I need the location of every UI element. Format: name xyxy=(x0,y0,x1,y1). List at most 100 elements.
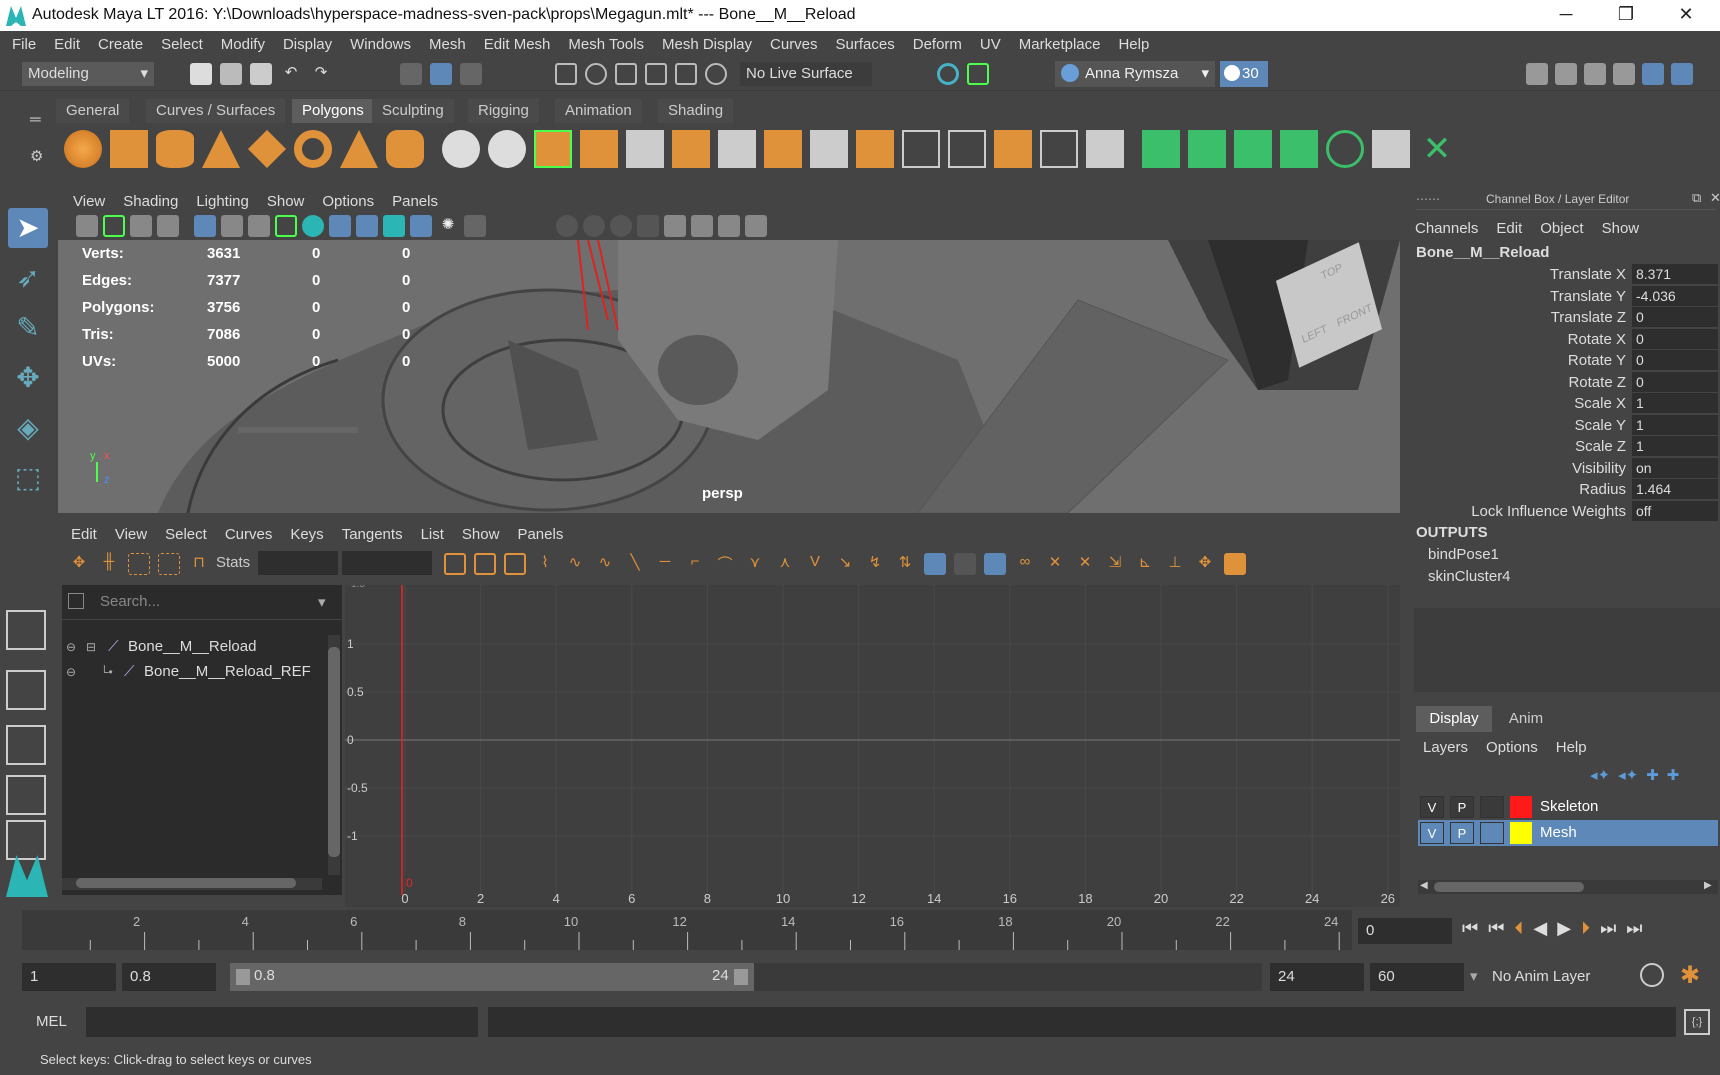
output-node-skincluster[interactable]: skinCluster4 xyxy=(1428,568,1511,585)
layer-display-type[interactable] xyxy=(1480,796,1504,818)
ge-menu-select[interactable]: Select xyxy=(156,521,216,548)
script-editor-icon[interactable]: {;} xyxy=(1684,1009,1710,1035)
persp-graph-layout-icon[interactable] xyxy=(6,775,46,815)
current-frame-field[interactable]: 0 xyxy=(1358,918,1452,944)
resolution-gate-icon[interactable] xyxy=(248,215,270,237)
menu-marketplace[interactable]: Marketplace xyxy=(1010,31,1110,58)
modeling-toolkit-icon[interactable] xyxy=(1526,63,1548,85)
scale-tool-icon[interactable]: ⬚ xyxy=(8,458,48,498)
shelf-tab-general[interactable]: General xyxy=(56,99,130,123)
hypershade-layout-icon[interactable] xyxy=(6,820,46,860)
linear-tangent-icon[interactable]: ╲ xyxy=(624,553,646,575)
select-hierarchy-icon[interactable] xyxy=(400,63,422,85)
filter-icon[interactable] xyxy=(68,593,84,609)
outliner-item[interactable]: ⊖ ⊟ ⟋ Bone__M__Reload xyxy=(66,635,326,659)
attribute-label[interactable]: Scale X xyxy=(1442,395,1626,412)
layer-playback-toggle[interactable]: P xyxy=(1450,796,1474,818)
ge-menu-list[interactable]: List xyxy=(412,521,453,548)
shelf-tab-polygons[interactable]: Polygons xyxy=(292,99,374,123)
layer-playback-toggle[interactable]: P xyxy=(1450,822,1474,844)
frame-playback-icon[interactable] xyxy=(474,553,496,575)
layer-visibility-toggle[interactable]: V xyxy=(1420,822,1444,844)
attribute-row[interactable]: Translate Z 0 xyxy=(1406,307,1720,328)
playback-start-field[interactable]: 0.8 xyxy=(122,963,216,991)
channel-box-icon[interactable] xyxy=(1642,63,1664,85)
anti-alias-icon[interactable] xyxy=(610,215,632,237)
cb-menu-channels[interactable]: Channels xyxy=(1406,215,1487,242)
range-start-grip[interactable] xyxy=(236,969,250,985)
vp-menu-show[interactable]: Show xyxy=(258,188,314,215)
layer-tab-anim[interactable]: Anim xyxy=(1496,706,1556,732)
menu-create[interactable]: Create xyxy=(89,31,152,58)
auto-key-icon[interactable]: ✱ xyxy=(1680,961,1700,990)
chevron-down-icon[interactable]: ▾ xyxy=(1470,967,1478,985)
scene-start-field[interactable]: 1 xyxy=(22,963,116,991)
attribute-row[interactable]: Scale Y 1 xyxy=(1406,414,1720,436)
vp-menu-options[interactable]: Options xyxy=(313,188,383,215)
ge-menu-keys[interactable]: Keys xyxy=(281,521,332,548)
ge-menu-tangents[interactable]: Tangents xyxy=(333,521,412,548)
isolate-icon[interactable] xyxy=(937,63,959,85)
step-back-key-icon[interactable]: ⏮ xyxy=(1488,918,1504,939)
shelf-settings-icon[interactable]: ⚙ xyxy=(30,147,43,165)
graph-editor-canvas[interactable]: 0246810121416182022242610.50-0.5-11.50 xyxy=(345,585,1400,907)
attribute-row[interactable]: Scale Z 1 xyxy=(1406,436,1720,457)
ge-menu-panels[interactable]: Panels xyxy=(508,521,572,548)
move-tool-icon[interactable]: ✥ xyxy=(8,358,48,398)
lattice-deform-icon[interactable] xyxy=(128,553,150,575)
insert-edge-loop-icon[interactable] xyxy=(810,130,848,168)
cb-menu-object[interactable]: Object xyxy=(1531,215,1592,242)
camera-icon[interactable] xyxy=(76,215,98,237)
layer-row-mesh[interactable]: V P Mesh xyxy=(1418,820,1718,846)
poly-pyramid-icon[interactable] xyxy=(340,130,378,168)
post-infinity-icon[interactable]: ∞ xyxy=(1014,553,1036,575)
cycle-icon[interactable]: ✥ xyxy=(1194,553,1216,575)
retime-tool-icon[interactable]: ⊓ xyxy=(188,553,210,575)
lights-icon[interactable]: ✺ xyxy=(437,215,459,237)
menu-deform[interactable]: Deform xyxy=(904,31,971,58)
insert-keys-icon[interactable]: ╫ xyxy=(98,553,120,575)
scrollbar-thumb[interactable] xyxy=(1434,882,1584,892)
auto-tangent-icon[interactable]: ⌇ xyxy=(534,553,556,575)
new-layer-icon[interactable]: ✚ xyxy=(1646,766,1659,784)
maximize-button[interactable]: ❐ xyxy=(1598,0,1654,31)
script-language-label[interactable]: MEL xyxy=(36,1013,67,1030)
dope-sheet-icon[interactable]: ✕ xyxy=(1044,553,1066,575)
outliner-item[interactable]: ⊖ └• ⟋ Bone__M__Reload_REF xyxy=(66,660,326,684)
frame-all-icon[interactable] xyxy=(444,553,466,575)
separate-icon[interactable] xyxy=(488,130,526,168)
shelf-tab-rigging[interactable]: Rigging xyxy=(468,99,539,123)
lock-weight-icon[interactable]: ↘ xyxy=(834,553,856,575)
cb-menu-edit[interactable]: Edit xyxy=(1487,215,1531,242)
range-slider[interactable]: 0.8 24 xyxy=(230,963,1262,991)
persp-outliner-layout-icon[interactable] xyxy=(6,725,46,765)
layer-menu-help[interactable]: Help xyxy=(1547,734,1596,761)
menu-select[interactable]: Select xyxy=(152,31,212,58)
ge-menu-show[interactable]: Show xyxy=(453,521,509,548)
layer-horizontal-scrollbar[interactable]: ◀ ▶ xyxy=(1418,880,1718,894)
layer-color-swatch[interactable] xyxy=(1510,796,1532,818)
combine-icon[interactable] xyxy=(442,130,480,168)
single-perspective-layout-icon[interactable] xyxy=(6,610,46,650)
normalize-icon[interactable] xyxy=(924,553,946,575)
close-button[interactable]: ✕ xyxy=(1658,0,1714,31)
unfold-uv-icon[interactable] xyxy=(1326,130,1364,168)
ge-menu-curves[interactable]: Curves xyxy=(216,521,282,548)
shelf-tab-shading[interactable]: Shading xyxy=(658,99,734,123)
camera-attributes-icon[interactable] xyxy=(103,215,125,237)
smooth-icon[interactable] xyxy=(580,130,618,168)
xray-icon[interactable] xyxy=(383,215,405,237)
attribute-value-field[interactable]: 0 xyxy=(1632,328,1718,349)
layer-row-skeleton[interactable]: V P Skeleton xyxy=(1418,794,1718,820)
stats-time-field[interactable] xyxy=(258,551,338,575)
outliner-icon[interactable] xyxy=(1613,63,1635,85)
swap-buffer-icon[interactable]: ⇅ xyxy=(894,553,916,575)
live-surface-field[interactable]: No Live Surface xyxy=(740,62,872,86)
select-object-icon[interactable] xyxy=(430,63,452,85)
save-scene-icon[interactable] xyxy=(250,63,272,85)
layer-display-type[interactable] xyxy=(1480,822,1504,844)
drag-handle-icon[interactable]: ⋯⋯ xyxy=(1416,192,1440,206)
undo-icon[interactable]: ↶ xyxy=(280,63,302,85)
pin-icon[interactable]: ⊥ xyxy=(1164,553,1186,575)
poly-sphere-icon[interactable] xyxy=(64,130,102,168)
